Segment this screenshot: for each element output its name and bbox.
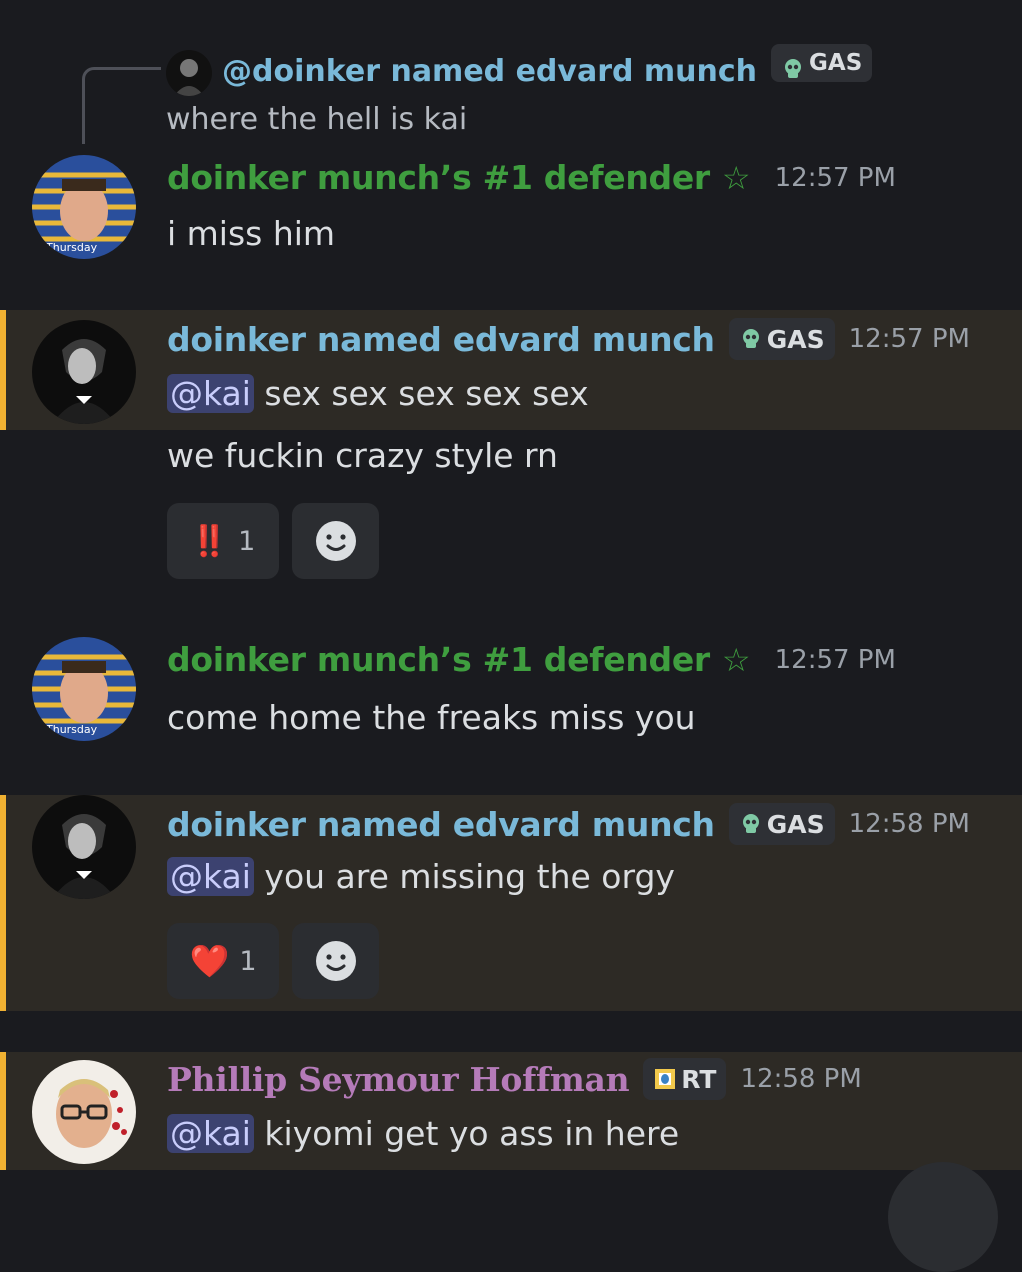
star-icon: ☆ bbox=[721, 640, 751, 679]
timestamp: 12:58 PM bbox=[740, 1064, 862, 1094]
skull-icon bbox=[739, 812, 763, 836]
svg-text:Thursday: Thursday bbox=[45, 723, 98, 736]
add-reaction-button[interactable] bbox=[292, 923, 379, 999]
message-1: Thursday doinker munch’s #1 defender ☆ 1… bbox=[0, 140, 1022, 300]
role-tag-gas: GAS bbox=[728, 803, 835, 845]
timestamp: 12:57 PM bbox=[848, 324, 970, 354]
reply-username[interactable]: @doinker named edvard munch bbox=[222, 54, 757, 89]
star-icon: ☆ bbox=[721, 158, 751, 197]
message-2: doinker named edvard munch GAS 12:57 PM … bbox=[0, 310, 1022, 430]
reply-role-tag: GAS bbox=[771, 44, 873, 82]
message-text: come home the freaks miss you bbox=[167, 698, 696, 737]
message-text-continued: we fuckin crazy style rn bbox=[167, 436, 558, 475]
message-header: Phillip Seymour Hoffman RT 12:58 PM bbox=[167, 1058, 862, 1100]
heart-emoji: ❤️ bbox=[189, 942, 230, 980]
reply-preview[interactable]: @doinker named edvard munch GAS where the … bbox=[166, 44, 966, 143]
double-exclamation-emoji: ‼️ bbox=[190, 523, 229, 559]
message-header: doinker munch’s #1 defender ☆ 12:57 PM bbox=[167, 640, 896, 679]
username[interactable]: doinker munch’s #1 defender bbox=[167, 640, 710, 679]
message-5: Phillip Seymour Hoffman RT 12:58 PM @kai… bbox=[0, 1052, 1022, 1170]
reply-text: where the hell is kai bbox=[166, 101, 468, 137]
message-4: doinker named edvard munch GAS 12:58 PM … bbox=[0, 795, 1022, 1011]
message-text: @kai sex sex sex sex sex bbox=[167, 374, 589, 413]
reaction-count: 1 bbox=[239, 945, 257, 977]
message-header: doinker named edvard munch GAS 12:57 PM bbox=[167, 318, 970, 360]
role-tag-rt: RT bbox=[643, 1058, 727, 1100]
role-tag-gas: GAS bbox=[728, 318, 835, 360]
user-mention[interactable]: @kai bbox=[167, 857, 254, 896]
skull-icon bbox=[739, 327, 763, 351]
add-reaction-button[interactable] bbox=[292, 503, 379, 579]
message-header: doinker named edvard munch GAS 12:58 PM bbox=[167, 803, 970, 845]
reply-avatar bbox=[166, 49, 212, 96]
timestamp: 12:57 PM bbox=[774, 644, 896, 675]
reaction-count: 1 bbox=[238, 525, 256, 557]
smiley-icon bbox=[315, 941, 356, 981]
user-mention[interactable]: @kai bbox=[167, 374, 254, 413]
skull-icon bbox=[781, 51, 805, 78]
user-mention[interactable]: @kai bbox=[167, 1114, 254, 1153]
floating-action-button[interactable] bbox=[888, 1162, 998, 1272]
crown-frame-icon bbox=[653, 1067, 677, 1091]
reply-connector-line bbox=[82, 67, 161, 144]
avatar-hoffman[interactable] bbox=[32, 1060, 136, 1164]
message-text: @kai kiyomi get yo ass in here bbox=[167, 1114, 679, 1153]
message-text: @kai you are missing the orgy bbox=[167, 857, 675, 896]
username[interactable]: doinker munch’s #1 defender bbox=[167, 158, 710, 197]
username[interactable]: doinker named edvard munch bbox=[167, 805, 715, 844]
message-text: i miss him bbox=[167, 214, 336, 253]
username[interactable]: doinker named edvard munch bbox=[167, 320, 715, 359]
message-3: Thursday doinker munch’s #1 defender ☆ 1… bbox=[0, 622, 1022, 782]
reaction-double-exclamation[interactable]: ‼️ 1 bbox=[167, 503, 279, 579]
reaction-heart[interactable]: ❤️ 1 bbox=[167, 923, 279, 999]
timestamp: 12:58 PM bbox=[848, 809, 970, 839]
svg-text:Thursday: Thursday bbox=[45, 241, 98, 254]
smiley-icon bbox=[315, 521, 356, 561]
avatar-edvard[interactable] bbox=[32, 320, 136, 424]
avatar-defender[interactable]: Thursday bbox=[32, 637, 136, 741]
message-header: doinker munch’s #1 defender ☆ 12:57 PM bbox=[167, 158, 896, 197]
timestamp: 12:57 PM bbox=[774, 162, 896, 193]
avatar-edvard[interactable] bbox=[32, 795, 136, 899]
username[interactable]: Phillip Seymour Hoffman bbox=[167, 1060, 630, 1099]
avatar-defender[interactable]: Thursday bbox=[32, 155, 136, 259]
